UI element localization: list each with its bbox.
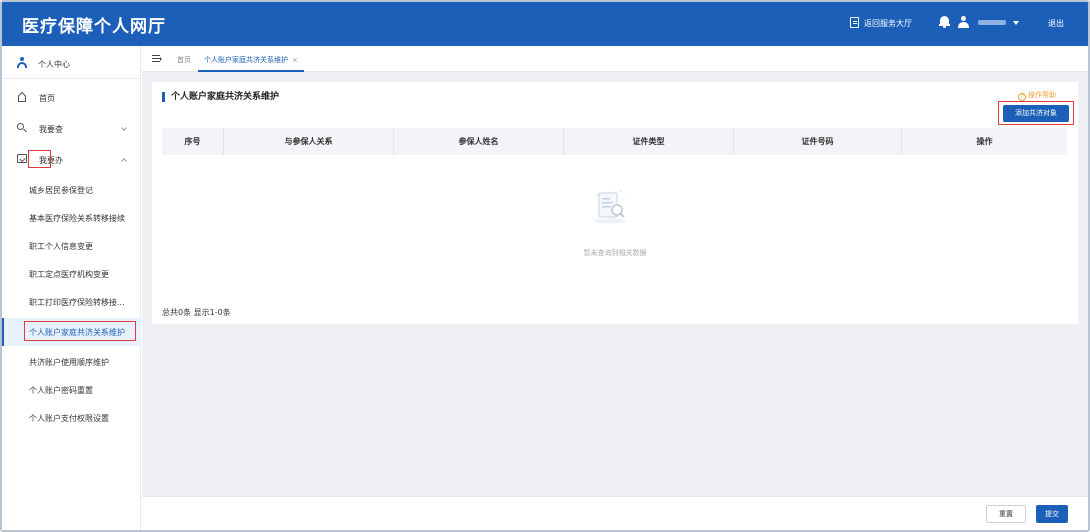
highlight-box [24,321,136,341]
sidebar-item-label: 我要查 [39,125,63,134]
tab-active-label: 个人账户家庭共济关系维护 [204,56,288,64]
sidebar-subitem[interactable]: 基本医疗保险关系转移接续 [2,204,141,232]
chevron-up-icon [121,158,127,164]
question-icon: ? [1018,93,1026,101]
sidebar-subitem[interactable]: 职工个人信息变更 [2,232,141,260]
footer-bar: 重置 提交 [142,496,1088,530]
folder-icon [17,154,27,163]
column-header: 序号 [162,128,224,155]
sidebar-subitem-label: 个人账户支付权限设置 [29,414,109,423]
empty-data-icon [594,188,626,224]
sidebar-subitem-label: 职工个人信息变更 [29,242,93,251]
chevron-down-icon[interactable] [1013,21,1019,25]
column-header: 与参保人关系 [224,128,394,155]
column-header: 操作 [976,137,993,146]
search-icon [17,123,27,133]
tab-home[interactable]: 首页 [177,55,191,65]
column-header: 参保人姓名 [394,128,564,155]
sidebar-item-handle[interactable]: 我要办 [2,147,141,173]
help-label: 操作帮助 [1028,91,1056,99]
sidebar: 个人中心 首页 我要查 我要办 城乡居民参保登记 基本医疗保险关系转移接续 职工… [2,46,141,530]
sidebar-subitem[interactable]: 个人账户支付权限设置 [2,404,141,432]
exit-door-icon [850,17,859,28]
tab-active[interactable]: 个人账户家庭共济关系维护 × [198,50,304,72]
return-hall-link[interactable]: 返回服务大厅 [864,18,912,29]
menu-toggle-icon[interactable] [152,55,162,63]
reset-button[interactable]: 重置 [986,505,1026,523]
sidebar-subitem-label: 个人账户密码重置 [29,386,93,395]
content-card: 个人账户家庭共济关系维护 ? 操作帮助 添加共济对象 序号 与参保人关系 参保人姓… [152,82,1078,324]
sidebar-subitem-label: 共济账户使用顺序维护 [29,358,109,367]
user-name-masked[interactable] [978,20,1006,25]
highlight-box [28,150,51,168]
personal-center-label: 个人中心 [38,60,70,69]
sidebar-subitem[interactable]: 职工打印医疗保险转移接... [2,288,141,316]
active-indicator [2,318,4,346]
table-header: 序号 与参保人关系 参保人姓名 证件类型 证件号码 操作 [162,128,1067,155]
personal-center-header[interactable]: 个人中心 [2,46,141,79]
submit-button[interactable]: 提交 [1036,505,1068,523]
sidebar-subitem-label: 基本医疗保险关系转移接续 [29,214,125,223]
app-title: 医疗保障个人网厅 [22,17,166,37]
chevron-down-icon [121,125,127,131]
person-icon [17,57,27,68]
sidebar-item-label: 首页 [39,94,55,103]
main-content: 首页 个人账户家庭共济关系维护 × 个人账户家庭共济关系维护 ? 操作帮助 添加共济… [142,46,1088,530]
logout-link[interactable]: 退出 [1048,18,1064,29]
home-icon [17,91,27,102]
column-header: 证件类型 [564,128,734,155]
sidebar-subitem-label: 城乡居民参保登记 [29,186,93,195]
sidebar-subitem[interactable]: 个人账户密码重置 [2,376,141,404]
pagination-summary: 总共0条 显示1-0条 [162,308,231,317]
sidebar-subitem[interactable]: 城乡居民参保登记 [2,176,141,204]
sidebar-item-query[interactable]: 我要查 [2,116,141,142]
highlight-box [998,101,1074,125]
close-icon[interactable]: × [292,56,298,64]
help-link[interactable]: ? 操作帮助 [1018,90,1056,101]
user-icon[interactable] [958,16,969,28]
sidebar-subitem[interactable]: 职工定点医疗机构变更 [2,260,141,288]
sidebar-item-home[interactable]: 首页 [2,85,141,111]
page-title: 个人账户家庭共济关系维护 [162,92,279,102]
column-header: 证件号码 [734,128,902,155]
top-bar: 医疗保障个人网厅 返回服务大厅 退出 [2,2,1088,46]
bell-icon[interactable] [939,16,950,28]
tab-bar: 首页 个人账户家庭共济关系维护 × [142,46,1088,72]
sidebar-subitem[interactable]: 共济账户使用顺序维护 [2,348,141,376]
app-window: 医疗保障个人网厅 返回服务大厅 退出 个人中心 首页 我要查 我要办 城乡居民参… [0,0,1090,532]
sidebar-subitem-label: 职工定点医疗机构变更 [29,270,109,279]
sidebar-subitem-label: 职工打印医疗保险转移接... [29,298,125,307]
empty-message: 暂未查询到相关数据 [583,249,647,257]
